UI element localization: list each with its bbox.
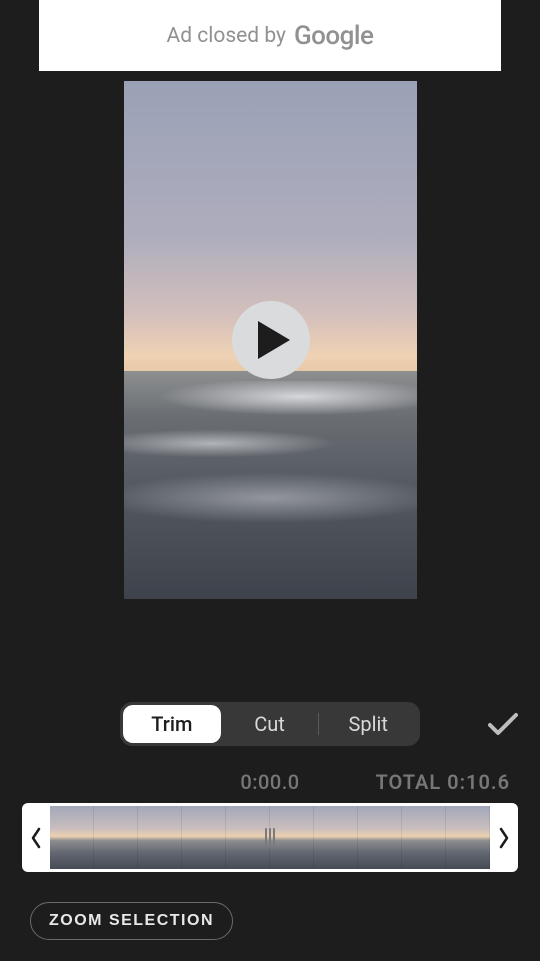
timeline-frame — [94, 806, 138, 869]
zoom-selection-button[interactable]: ZOOM SELECTION — [30, 902, 233, 940]
trim-handle-left[interactable] — [22, 803, 50, 872]
confirm-button[interactable] — [486, 707, 520, 741]
timeline — [22, 803, 518, 872]
playhead[interactable] — [263, 803, 277, 872]
timeline-frame — [182, 806, 226, 869]
timeline-frame — [402, 806, 446, 869]
playhead-bar — [265, 828, 267, 848]
playhead-bar — [269, 828, 271, 848]
preview-foam — [124, 381, 417, 536]
timeline-frames[interactable] — [50, 803, 490, 872]
time-row: 0:00.0 TOTAL 0:10.6 — [0, 770, 540, 798]
chevron-right-icon — [498, 826, 510, 850]
timeline-frame — [138, 806, 182, 869]
check-icon — [488, 712, 518, 736]
google-logo: Google — [294, 21, 374, 51]
total-time: TOTAL 0:10.6 — [375, 770, 510, 794]
chevron-left-icon — [30, 826, 42, 850]
ad-banner: Ad closed by Google — [39, 0, 501, 71]
tab-cut[interactable]: Cut — [221, 705, 319, 743]
total-value: 0:10.6 — [447, 770, 510, 794]
edit-mode-tabs: Trim Cut Split — [0, 702, 540, 746]
timeline-frame — [314, 806, 358, 869]
tab-trim[interactable]: Trim — [123, 705, 221, 743]
play-icon — [258, 321, 290, 359]
video-preview[interactable] — [124, 81, 417, 599]
play-button[interactable] — [232, 301, 310, 379]
timeline-frame — [446, 806, 490, 869]
trim-handle-right[interactable] — [490, 803, 518, 872]
ad-text: Ad closed by — [167, 24, 286, 48]
timeline-frame — [358, 806, 402, 869]
playhead-bar — [273, 828, 275, 848]
current-time: 0:00.0 — [240, 770, 299, 794]
tab-split[interactable]: Split — [319, 705, 417, 743]
total-label: TOTAL — [375, 770, 441, 794]
timeline-frame — [50, 806, 94, 869]
segmented-control: Trim Cut Split — [120, 702, 420, 746]
